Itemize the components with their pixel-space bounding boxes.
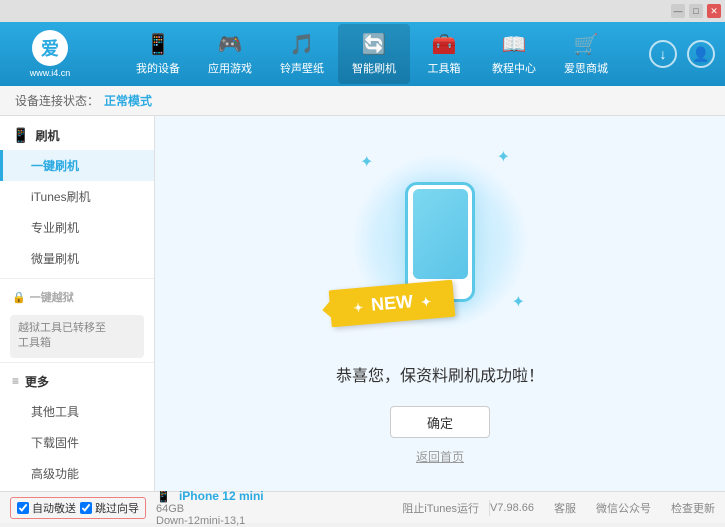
status-bar: 设备连接状态： 正常模式 [0,86,725,116]
sidebar-item-download-firmware[interactable]: 下载固件 [0,427,154,458]
smart-flash-label: 智能刷机 [352,60,396,76]
ringtones-label: 铃声壁纸 [280,60,324,76]
logo: 爱 www.i4.cn [10,30,90,78]
ringtones-icon: 🎵 [290,32,315,57]
flash-section-icon: 📱 [12,127,29,144]
confirm-button[interactable]: 确定 [390,406,490,438]
nav-tutorial[interactable]: 📖 教程中心 [478,24,550,84]
logo-icon: 爱 [32,30,68,66]
store-icon: 🛒 [574,32,599,57]
sidebar: 📱 刷机 一键刷机 iTunes刷机 专业刷机 微量刷机 🔒 一键越狱 越狱工具… [0,116,155,491]
nav-store[interactable]: 🛒 爱思商城 [550,24,622,84]
star-right: ✦ [421,295,432,310]
lock-icon: 🔒 [12,291,26,304]
checkbox-group: 自动敬送 跳过向导 [10,497,146,519]
phone-screen [413,189,468,279]
close-button[interactable]: ✕ [707,4,721,18]
sparkle-2: ✦ [497,147,510,167]
bottom-left: 自动敬送 跳过向导 📱 iPhone 12 mini 64GB Down-12m… [10,489,392,527]
nav-apps-games[interactable]: 🎮 应用游戏 [194,24,266,84]
sidebar-item-other-tools[interactable]: 其他工具 [0,396,154,427]
nav-toolbox[interactable]: 🧰 工具箱 [410,24,478,84]
version-label: V7.98.66 [490,502,534,514]
maximize-button[interactable]: □ [689,4,703,18]
sparkle-1: ✦ [360,152,373,172]
skip-wizard-checkbox[interactable]: 跳过向导 [80,500,139,516]
toolbox-icon: 🧰 [432,32,457,57]
sidebar-divider-1 [0,278,154,279]
auto-send-input[interactable] [17,502,29,514]
success-text: 恭喜您，保资料刷机成功啦！ [336,362,544,386]
sidebar-item-pro-flash[interactable]: 专业刷机 [0,212,154,243]
bottom-bar: 自动敬送 跳过向导 📱 iPhone 12 mini 64GB Down-12m… [0,491,725,523]
toolbox-label: 工具箱 [428,60,461,76]
tutorial-icon: 📖 [502,32,527,57]
sidebar-jailbreak-header: 🔒 一键越狱 [0,283,154,311]
user-button[interactable]: 👤 [687,40,715,68]
stop-itunes[interactable]: 阻止iTunes运行 [392,500,490,516]
device-version: Down-12mini-13,1 [156,515,264,527]
store-label: 爱思商城 [564,60,608,76]
download-button[interactable]: ↓ [649,40,677,68]
sidebar-item-micro-flash[interactable]: 微量刷机 [0,243,154,274]
logo-subtext: www.i4.cn [30,68,71,78]
top-nav: 爱 www.i4.cn 📱 我的设备 🎮 应用游戏 🎵 铃声壁纸 🔄 智能刷机 … [0,22,725,86]
apps-games-icon: 🎮 [218,32,243,57]
nav-smart-flash[interactable]: 🔄 智能刷机 [338,24,410,84]
sidebar-flash-header: 📱 刷机 [0,121,154,150]
check-update-link[interactable]: 检查更新 [671,500,715,516]
main-layout: 📱 刷机 一键刷机 iTunes刷机 专业刷机 微量刷机 🔒 一键越狱 越狱工具… [0,116,725,491]
sidebar-item-advanced[interactable]: 高级功能 [0,458,154,489]
skip-wizard-input[interactable] [80,502,92,514]
my-device-icon: 📱 [146,32,171,57]
minimize-button[interactable]: — [671,4,685,18]
jailbreak-notice: 越狱工具已转移至工具箱 [10,315,144,358]
star-left: ✦ [353,301,364,316]
status-value: 正常模式 [104,92,152,109]
sidebar-item-one-click-flash[interactable]: 一键刷机 [0,150,154,181]
bottom-right: V7.98.66 客服 微信公众号 检查更新 [490,500,715,516]
apps-games-label: 应用游戏 [208,60,252,76]
auto-send-checkbox[interactable]: 自动敬送 [17,500,76,516]
title-bar: — □ ✕ [0,0,725,22]
back-home-link[interactable]: 返回首页 [416,448,464,465]
wechat-link[interactable]: 微信公众号 [596,500,651,516]
sidebar-more-header: ≡ 更多 [0,367,154,396]
window-controls[interactable]: — □ ✕ [671,4,721,18]
nav-my-device[interactable]: 📱 我的设备 [122,24,194,84]
content-area: ✦ ✦ ✦ ✦ NEW ✦ 恭喜您，保资料刷机成功啦！ 确定 返回首页 [155,116,725,491]
smart-flash-icon: 🔄 [362,32,387,57]
flash-section-label: 刷机 [35,127,59,144]
status-label: 设备连接状态： [15,92,99,109]
more-section-icon: ≡ [12,374,19,388]
nav-right-controls: ↓ 👤 [649,40,715,68]
nav-ringtones[interactable]: 🎵 铃声壁纸 [266,24,338,84]
device-info: 📱 iPhone 12 mini 64GB Down-12mini-13,1 [156,489,264,527]
my-device-label: 我的设备 [136,60,180,76]
device-storage: 64GB [156,503,264,515]
customer-service-link[interactable]: 客服 [554,500,576,516]
nav-items: 📱 我的设备 🎮 应用游戏 🎵 铃声壁纸 🔄 智能刷机 🧰 工具箱 📖 教程中心… [95,24,649,84]
sidebar-divider-2 [0,362,154,363]
sparkle-3: ✦ [512,292,525,312]
sidebar-item-itunes-flash[interactable]: iTunes刷机 [0,181,154,212]
tutorial-label: 教程中心 [492,60,536,76]
phone-illustration: ✦ ✦ ✦ ✦ NEW ✦ [340,142,540,342]
